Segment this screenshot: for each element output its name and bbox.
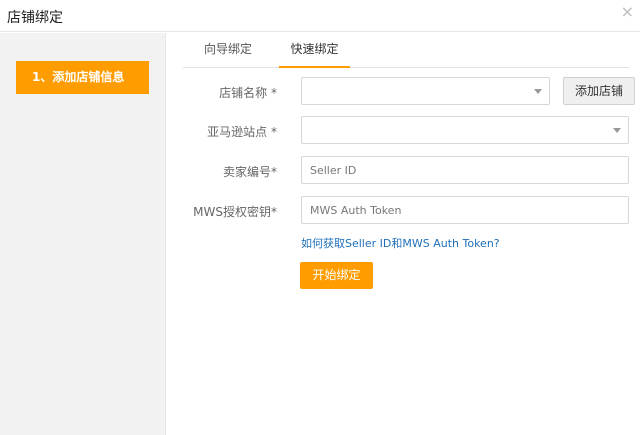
tab-bar: 向导绑定 快速绑定 (183, 33, 629, 68)
mws-token-label: MWS授权密钥* (193, 205, 277, 219)
close-icon[interactable]: × (621, 3, 634, 21)
seller-id-label: 卖家编号* (222, 165, 277, 179)
help-link[interactable]: 如何获取Seller ID和MWS Auth Token? (301, 235, 500, 251)
store-name-label: 店铺名称 * (219, 86, 277, 100)
dialog-header: 店铺绑定 × (0, 0, 640, 32)
tab-guide-binding[interactable]: 向导绑定 (183, 33, 273, 68)
chevron-down-icon (534, 89, 542, 94)
dialog-title: 店铺绑定 (7, 10, 63, 26)
amazon-site-select[interactable] (301, 116, 629, 144)
amazon-site-label: 亚马逊站点 * (207, 125, 277, 139)
add-store-button[interactable]: 添加店铺 (563, 77, 635, 105)
step-sidebar: 1、添加店铺信息 (0, 33, 166, 435)
mws-token-input[interactable] (301, 196, 629, 224)
step-add-store-info[interactable]: 1、添加店铺信息 (16, 61, 149, 94)
chevron-down-icon (613, 128, 621, 133)
tab-quick-binding[interactable]: 快速绑定 (279, 33, 350, 68)
store-name-select[interactable] (301, 77, 550, 105)
start-binding-button[interactable]: 开始绑定 (300, 262, 373, 289)
seller-id-input[interactable] (301, 156, 629, 184)
